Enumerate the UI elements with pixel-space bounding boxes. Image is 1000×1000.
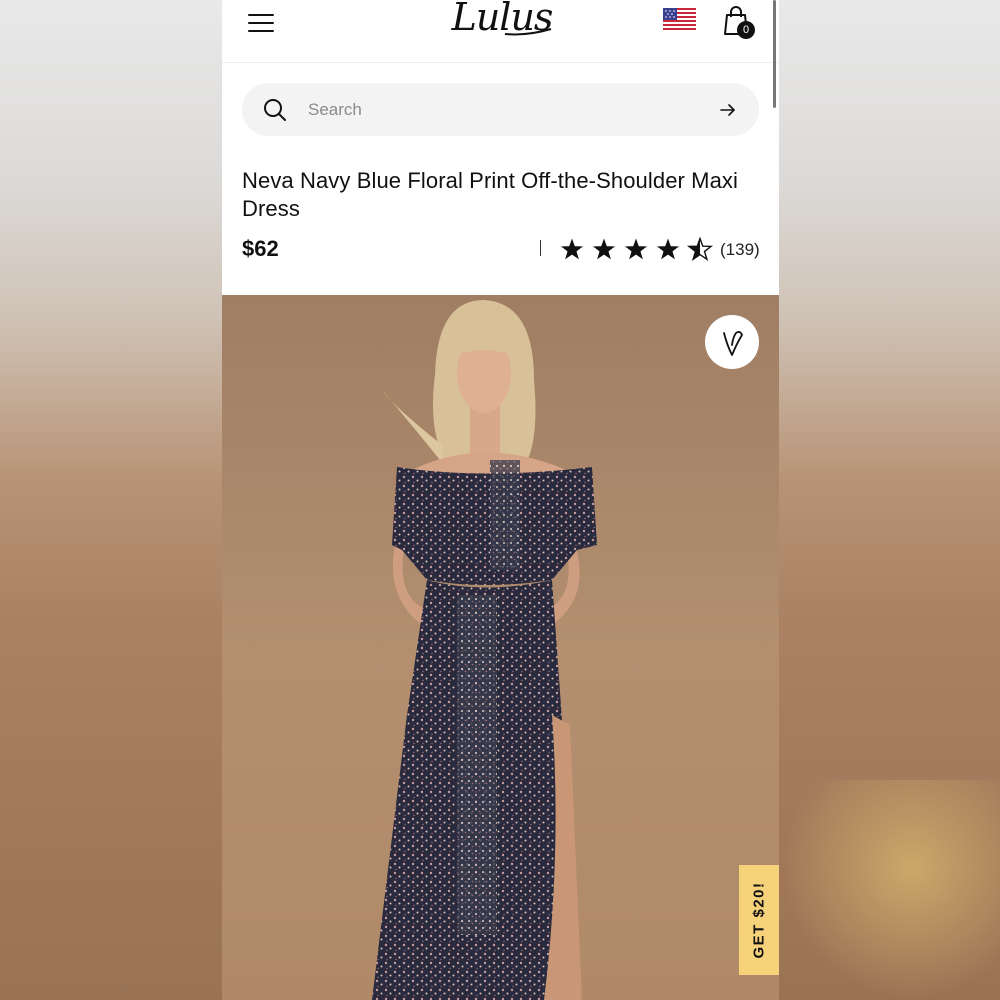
heart-icon: [723, 330, 743, 356]
hamburger-menu-icon[interactable]: [248, 12, 276, 34]
cart-count-badge: 0: [737, 21, 755, 39]
promo-label: GET $20!: [750, 881, 768, 959]
search-input[interactable]: [306, 91, 690, 129]
background-glow: [780, 780, 1000, 1000]
search-submit-arrow-icon[interactable]: [718, 100, 738, 120]
star-rating[interactable]: [560, 234, 720, 264]
scrollbar[interactable]: [773, 0, 776, 108]
half-star-icon: [688, 237, 712, 260]
promo-tab-button[interactable]: GET $20!: [739, 865, 779, 975]
shopping-bag-icon[interactable]: 0: [722, 6, 762, 42]
us-flag-icon[interactable]: [663, 8, 696, 32]
product-price: $62: [242, 236, 279, 261]
mobile-screen: Lulus 0 Search Neva Navy Blue Floral Pri…: [222, 0, 779, 1000]
review-count-link[interactable]: (139): [720, 240, 760, 260]
brand-logo[interactable]: Lulus: [447, 0, 557, 50]
product-image[interactable]: GET $20!: [222, 295, 779, 1000]
star-icon: [561, 238, 583, 260]
search-bar: [242, 83, 759, 136]
product-title: Neva Navy Blue Floral Print Off-the-Shou…: [242, 168, 739, 221]
star-icon: [593, 238, 615, 260]
wishlist-heart-button[interactable]: [705, 315, 759, 369]
search-icon[interactable]: [262, 97, 288, 123]
model-wearing-dress-illustration: [222, 295, 779, 1000]
star-icon: [657, 238, 679, 260]
star-icon: [625, 238, 647, 260]
lulus-logo-mark: Lulus: [451, 0, 554, 39]
divider: [540, 240, 541, 256]
top-nav-bar: Lulus 0: [222, 0, 779, 63]
